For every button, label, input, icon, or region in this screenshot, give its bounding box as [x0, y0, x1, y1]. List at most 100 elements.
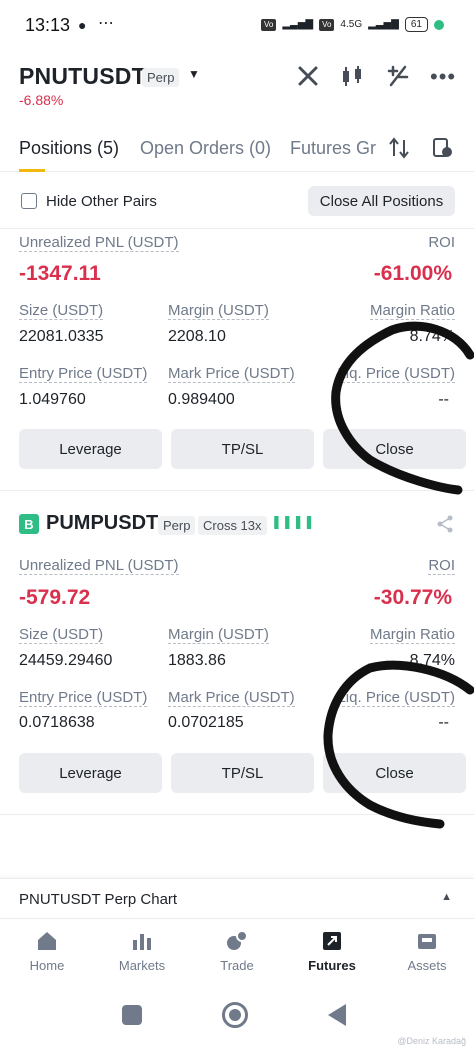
active-tab-indicator — [19, 169, 45, 172]
adl-indicator-icon: ❚❚❚❚ — [271, 514, 315, 529]
size-value: 22081.0335 — [19, 328, 104, 345]
divider — [0, 490, 474, 491]
status-icons: Vo ▂▃▅▇ Vo 4.5G ▂▃▅▇ 61 — [260, 17, 444, 32]
markets-icon — [133, 934, 151, 950]
pnl-value: -579.72 — [19, 586, 91, 609]
size-label: Size (USDT) — [19, 626, 104, 644]
margin-mode-tag[interactable]: Cross 13x — [198, 516, 267, 535]
caret-down-icon[interactable]: ▼ — [188, 67, 200, 81]
price-change: -6.88% — [19, 92, 64, 108]
sort-icon[interactable] — [388, 136, 410, 165]
entry-price-value: 1.049760 — [19, 391, 86, 408]
home-system-icon[interactable] — [222, 1002, 248, 1028]
liq-price-value: -- — [438, 714, 449, 731]
recent-apps-icon[interactable] — [122, 1005, 142, 1025]
calculator-icon[interactable] — [386, 64, 410, 93]
status-bar: 13:13 ● ⋯ Vo ▂▃▅▇ Vo 4.5G ▂▃▅▇ 61 — [0, 0, 474, 52]
close-button[interactable]: Close — [323, 429, 466, 469]
nav-futures-label: Futures — [308, 958, 356, 973]
buy-badge: B — [19, 514, 39, 534]
mark-price-value: 0.989400 — [168, 391, 235, 408]
back-icon[interactable] — [328, 1004, 346, 1026]
nav-assets-label: Assets — [407, 958, 447, 973]
signal-icon: ▂▃▅▇ — [368, 19, 399, 30]
position-symbol[interactable]: PUMPUSDT — [46, 512, 158, 535]
trade-icon — [227, 930, 248, 950]
tab-open-orders[interactable]: Open Orders (0) — [140, 138, 271, 159]
status-time: 13:13 — [25, 15, 71, 35]
leverage-button[interactable]: Leverage — [19, 429, 162, 469]
size-label: Size (USDT) — [19, 302, 104, 320]
perp-tag: Perp — [158, 516, 196, 535]
margin-value: 2208.10 — [168, 328, 226, 345]
margin-label: Margin (USDT) — [168, 302, 269, 320]
divider — [0, 814, 474, 815]
margin-ratio-value: 8.74% — [409, 652, 455, 669]
margin-ratio-value: 8.74% — [409, 328, 455, 345]
tab-futures-grid[interactable]: Futures Gr — [290, 138, 376, 159]
mark-price-value: 0.0702185 — [168, 714, 244, 731]
nav-home[interactable]: Home — [7, 930, 87, 973]
liq-price-value: -- — [438, 391, 449, 408]
mark-price-label: Mark Price (USDT) — [168, 689, 295, 707]
pnl-value: -1347.11 — [19, 262, 101, 285]
green-dot-icon — [434, 19, 444, 30]
caret-up-icon[interactable]: ▲ — [441, 891, 452, 903]
nav-trade-label: Trade — [220, 958, 254, 973]
margin-ratio-label: Margin Ratio — [369, 302, 455, 320]
home-icon — [38, 932, 56, 950]
chat-icon: ● — [78, 17, 87, 33]
entry-price-label: Entry Price (USDT) — [19, 689, 148, 707]
volte-icon: Vo — [260, 18, 277, 31]
network-label: 4.5G — [340, 19, 363, 30]
more-icon[interactable]: ••• — [430, 64, 456, 90]
nav-assets[interactable]: Assets — [387, 930, 467, 973]
nav-trade[interactable]: Trade — [197, 930, 277, 973]
wallet-icon — [418, 934, 436, 949]
entry-price-label: Entry Price (USDT) — [19, 365, 148, 383]
tpsl-button[interactable]: TP/SL — [171, 429, 314, 469]
roi-value: -30.77% — [373, 586, 452, 609]
roi-label: ROI — [428, 557, 455, 575]
margin-value: 1883.86 — [168, 652, 226, 669]
size-value: 24459.29460 — [19, 652, 113, 669]
battery-icon: 61 — [404, 17, 428, 32]
pnl-label: Unrealized PNL (USDT) — [19, 234, 179, 252]
hide-other-pairs-checkbox[interactable] — [21, 193, 37, 209]
hide-other-pairs-label: Hide Other Pairs — [46, 193, 157, 210]
close-button[interactable]: Close — [323, 753, 466, 793]
roi-value: -61.00% — [373, 262, 452, 285]
overflow-icon: ⋯ — [98, 15, 114, 32]
nav-futures[interactable]: Futures — [292, 930, 372, 973]
leverage-button[interactable]: Leverage — [19, 753, 162, 793]
mark-price-label: Mark Price (USDT) — [168, 365, 295, 383]
symbol-name: PNUTUSDT — [19, 63, 146, 89]
pnl-label: Unrealized PNL (USDT) — [19, 557, 179, 575]
share-icon[interactable] — [436, 515, 454, 538]
margin-ratio-label: Margin Ratio — [369, 626, 455, 644]
futures-icon — [323, 932, 341, 950]
position-tabs: Positions (5) Open Orders (0) Futures Gr — [0, 126, 474, 172]
close-all-positions-button[interactable]: Close All Positions — [308, 186, 455, 216]
history-icon[interactable] — [432, 137, 454, 164]
divider — [0, 228, 474, 229]
tab-positions[interactable]: Positions (5) — [19, 138, 119, 159]
chart-bar[interactable]: PNUTUSDT Perp Chart ▲ — [0, 878, 474, 918]
roi-label: ROI — [428, 234, 455, 251]
nav-home-label: Home — [29, 958, 65, 973]
candlestick-icon[interactable] — [340, 64, 366, 93]
margin-label: Margin (USDT) — [168, 626, 269, 644]
watermark: @Deniz Karadağ — [397, 1036, 466, 1046]
volte-icon: Vo — [319, 18, 335, 31]
nav-markets[interactable]: Markets — [102, 930, 182, 973]
liq-price-label: Liq. Price (USDT) — [337, 689, 455, 707]
crossed-swords-icon[interactable] — [296, 64, 320, 93]
perp-tag: Perp — [142, 68, 180, 87]
entry-price-value: 0.0718638 — [19, 714, 95, 731]
tpsl-button[interactable]: TP/SL — [171, 753, 314, 793]
chart-bar-label: PNUTUSDT Perp Chart — [19, 891, 178, 908]
signal-icon: ▂▃▅▇ — [282, 19, 314, 30]
symbol-title[interactable]: PNUTUSDT — [19, 63, 146, 90]
nav-markets-label: Markets — [118, 958, 166, 973]
liq-price-label: Liq. Price (USDT) — [337, 365, 455, 383]
